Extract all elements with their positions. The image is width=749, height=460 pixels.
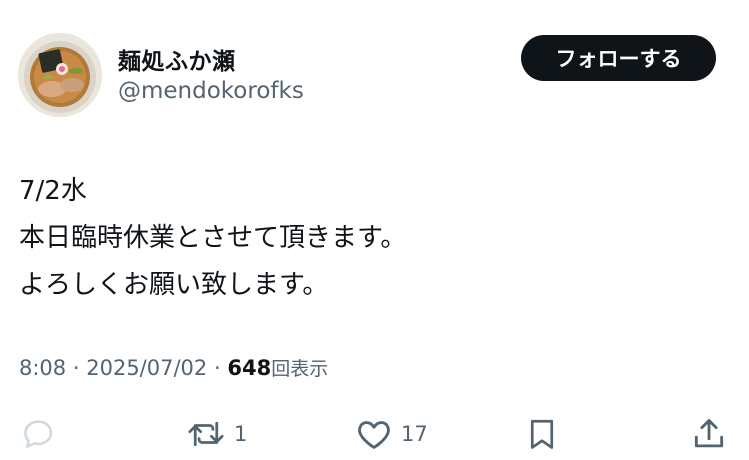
views-label: 回表示	[271, 358, 329, 380]
views-count: 648	[227, 356, 272, 380]
ramen-bowl-image	[18, 33, 102, 117]
tweet-text-line: 7/2水	[19, 176, 87, 206]
tweet-meta: 8:08 · 2025/07/02 · 648回表示	[19, 354, 328, 381]
meta-separator: ·	[213, 356, 221, 380]
follow-button[interactable]: フォローする	[521, 35, 716, 81]
heart-icon	[358, 421, 390, 449]
retweet-icon	[188, 421, 224, 447]
reply-icon	[24, 420, 53, 448]
bookmark-icon	[530, 419, 554, 449]
avatar[interactable]	[18, 33, 102, 117]
meta-separator: ·	[72, 356, 80, 380]
like-button[interactable]: 17	[355, 412, 428, 456]
user-handle[interactable]: @mendokorofks	[118, 78, 304, 104]
share-button[interactable]	[690, 412, 728, 456]
retweet-button[interactable]: 1	[186, 412, 247, 456]
share-icon	[694, 419, 724, 448]
display-name[interactable]: 麺処ふか瀬	[118, 42, 236, 76]
retweet-count: 1	[234, 422, 248, 446]
tweet-card: 麺処ふか瀬 @mendokorofks フォローする 7/2水 本日臨時休業とさ…	[0, 0, 749, 460]
tweet-text-line: 本日臨時休業とさせて頂きます。	[19, 223, 407, 253]
tweet-date[interactable]: 2025/07/02	[86, 356, 207, 380]
tweet-time[interactable]: 8:08	[19, 356, 66, 380]
bookmark-button[interactable]	[524, 412, 560, 456]
reply-button[interactable]	[19, 412, 57, 456]
tweet-text: 7/2水 本日臨時休業とさせて頂きます。 よろしくお願い致します。	[19, 168, 406, 309]
tweet-text-line: よろしくお願い致します。	[19, 270, 329, 300]
action-bar: 1 17	[0, 412, 749, 456]
like-count: 17	[401, 422, 428, 446]
